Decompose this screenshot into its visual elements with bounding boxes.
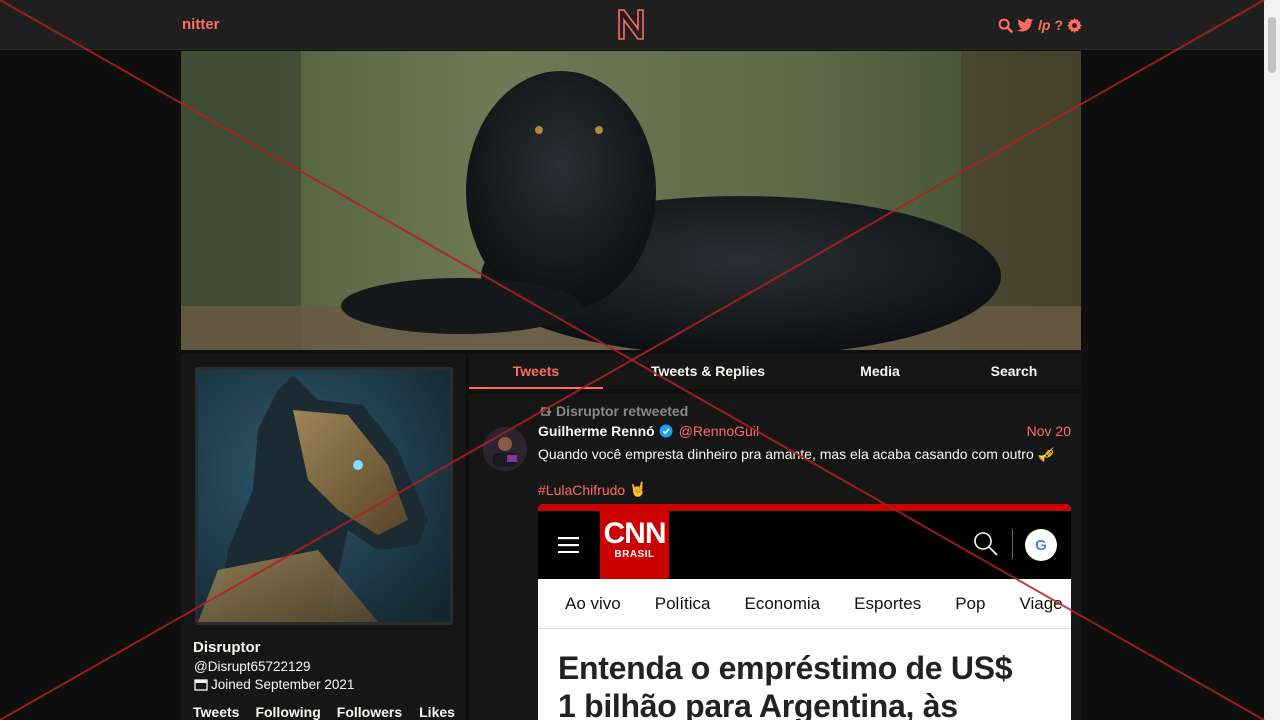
cnn-search-icon — [974, 532, 998, 556]
profile-fullname[interactable]: Disruptor — [193, 639, 261, 656]
timeline: Tweets Tweets & Replies Media Search Dis… — [469, 354, 1081, 720]
twitter-bird-icon[interactable] — [1017, 17, 1034, 33]
tweet-header: Guilherme Rennó @RennoGuil — [538, 423, 759, 439]
profile-joined: Joined September 2021 — [194, 677, 354, 692]
profile-username[interactable]: @Disrupt65722129 — [194, 659, 311, 674]
cnn-logo-text: CNN — [603, 517, 667, 550]
tweet-hashtag[interactable]: #LulaChifrudo — [538, 482, 625, 498]
tab-search[interactable]: Search — [947, 354, 1081, 389]
avatar-image — [198, 370, 450, 622]
tab-tweets-replies[interactable]: Tweets & Replies — [603, 354, 813, 389]
tweet-author-handle[interactable]: @RennoGuil — [679, 423, 759, 439]
cnn-headline-line: Entenda o empréstimo de US$ — [558, 650, 1013, 686]
cnn-nav: Ao vivo Política Economia Esportes Pop V… — [538, 579, 1071, 629]
cnn-nav-item: Ao vivo — [565, 593, 621, 613]
lp-icon[interactable]: lp — [1038, 17, 1050, 33]
cnn-nav-item: Economia — [744, 593, 821, 613]
cnn-logo: CNN BRASIL — [600, 511, 669, 579]
tab-tweets[interactable]: Tweets — [469, 354, 603, 389]
retweet-header-text: Disruptor retweeted — [556, 403, 689, 419]
cnn-logo-subtext: BRASIL — [614, 549, 655, 560]
tweet-hashtag-line: #LulaChifrudo 🤘 — [538, 481, 647, 498]
retweet-icon — [539, 406, 552, 416]
tweet-item[interactable]: Disruptor retweeted Guilherme Rennó @Ren… — [469, 394, 1081, 720]
profile-banner[interactable] — [181, 51, 1081, 350]
cnn-nav-item: Pop — [955, 593, 986, 613]
stat-tweets[interactable]: Tweets — [193, 704, 239, 720]
calendar-icon — [194, 679, 208, 691]
tweet-author-avatar[interactable] — [483, 427, 527, 471]
avatar[interactable] — [195, 367, 453, 625]
verified-badge-icon — [659, 424, 673, 438]
cnn-separator — [1012, 529, 1013, 559]
tweet-author-name[interactable]: Guilherme Rennó — [538, 423, 655, 439]
gear-icon[interactable] — [1067, 17, 1083, 33]
page-scrollbar[interactable] — [1264, 0, 1280, 720]
google-icon: G — [1025, 529, 1057, 561]
stat-following[interactable]: Following — [255, 704, 320, 720]
banner-image — [181, 51, 1081, 350]
help-icon[interactable]: ? — [1054, 17, 1063, 33]
cnn-nav-item: Viage — [1019, 593, 1063, 613]
profile-joined-text: Joined September 2021 — [211, 677, 355, 692]
tweet-text: Quando você empresta dinheiro pra amante… — [538, 446, 1056, 462]
cnn-top-stripe — [538, 504, 1071, 511]
search-icon[interactable] — [998, 18, 1013, 33]
tab-media[interactable]: Media — [813, 354, 947, 389]
cnn-header: CNN BRASIL G — [538, 511, 1071, 579]
stat-followers[interactable]: Followers — [337, 704, 402, 720]
nav-icon-group: lp ? — [998, 16, 1083, 34]
tweet-media-image[interactable]: CNN BRASIL G Ao vivo Política Economia E… — [538, 504, 1071, 720]
nitter-logo-icon[interactable] — [617, 8, 645, 41]
retweet-header: Disruptor retweeted — [538, 403, 688, 419]
timeline-tabs: Tweets Tweets & Replies Media Search — [469, 354, 1081, 389]
scrollbar-thumb[interactable] — [1268, 17, 1276, 73]
profile-stats: Tweets Following Followers Likes — [193, 704, 455, 720]
stat-likes[interactable]: Likes — [419, 704, 455, 720]
cnn-headline: Entenda o empréstimo de US$ 1 bilhão par… — [558, 649, 1058, 720]
cnn-headline-line: 1 bilhão para Argentina, às — [558, 688, 958, 720]
cnn-nav-item: Esportes — [854, 593, 922, 613]
brand-link[interactable]: nitter — [182, 16, 220, 33]
profile-card: Disruptor @Disrupt65722129 Joined Septem… — [181, 354, 466, 720]
top-navbar: nitter lp ? — [0, 0, 1264, 50]
tweet-hashtag-emoji: 🤘 — [629, 481, 647, 497]
cnn-nav-item: Política — [654, 593, 711, 613]
tweet-date[interactable]: Nov 20 — [1027, 423, 1071, 439]
hamburger-menu-icon — [558, 537, 579, 553]
